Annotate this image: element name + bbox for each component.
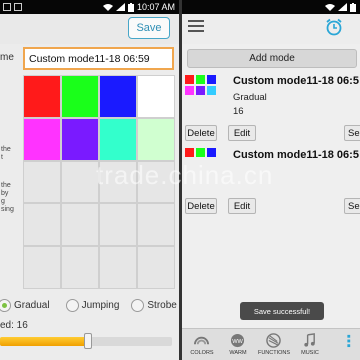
notification-icon	[14, 3, 22, 11]
wifi-icon	[325, 4, 335, 11]
swatch-group	[185, 75, 216, 95]
nav-colors[interactable]: COLORS	[184, 329, 220, 360]
edit-button[interactable]: Edit	[228, 198, 256, 214]
nav-label: WARM	[229, 350, 247, 356]
color-cell[interactable]	[23, 117, 61, 161]
nav-functions[interactable]: FUNCTIONS	[256, 329, 292, 360]
battery-icon	[127, 2, 134, 12]
signal-icon	[115, 3, 125, 11]
color-grid	[23, 75, 175, 289]
music-icon	[304, 333, 315, 347]
screenshot: 10:07 AM Save me Custom mode11-18 06:59 …	[0, 0, 360, 360]
status-bar: 10:07 AM	[0, 0, 179, 14]
menu-icon[interactable]	[188, 20, 204, 34]
radio-strobe[interactable]	[131, 298, 145, 312]
color-cell[interactable]	[61, 203, 99, 247]
color-swatch	[207, 75, 216, 84]
color-swatch	[185, 86, 194, 95]
status-time: 10:07 AM	[136, 2, 175, 12]
color-swatch	[207, 148, 216, 157]
mode-radio-group: Gradual Jumping Strobe	[0, 296, 179, 314]
color-cell[interactable]	[137, 117, 175, 161]
name-label: me	[0, 52, 14, 63]
color-cell[interactable]	[137, 160, 175, 204]
status-bar	[182, 0, 360, 14]
nav-label: MUSIC	[301, 350, 319, 356]
color-cell[interactable]	[137, 203, 175, 247]
radio-gradual[interactable]	[0, 298, 11, 312]
mode-speed: 16	[233, 106, 244, 117]
slider-fill	[0, 337, 86, 346]
alarm-clock-icon[interactable]	[325, 18, 343, 36]
mode-title: Custom mode11-18 06:5	[233, 149, 359, 161]
color-cell[interactable]	[99, 117, 137, 161]
radio-label: Jumping	[81, 299, 120, 311]
wifi-icon	[102, 4, 113, 11]
right-screen-mode-list: Add mode Custom mode11-18 06:5 Gradual 1…	[182, 0, 360, 360]
color-swatch	[185, 148, 194, 157]
speed-slider[interactable]	[0, 333, 179, 349]
color-cell[interactable]	[99, 203, 137, 247]
color-cell[interactable]	[99, 246, 137, 289]
add-mode-button[interactable]: Add mode	[187, 49, 357, 68]
swatch-group	[185, 148, 216, 157]
nav-label: COLORS	[190, 350, 214, 356]
save-button[interactable]: Save	[128, 17, 170, 39]
color-cell[interactable]	[137, 75, 175, 118]
color-swatch	[196, 75, 205, 84]
color-cell[interactable]	[23, 75, 61, 118]
left-screen-edit-mode: 10:07 AM Save me Custom mode11-18 06:59 …	[0, 0, 179, 360]
nav-warm[interactable]: WW WARM	[220, 329, 256, 360]
nav-music[interactable]: MUSIC	[292, 329, 328, 360]
mode-card: Custom mode11-18 06:5 Gradual 16 Delete …	[182, 72, 360, 144]
delete-button[interactable]: Delete	[185, 198, 217, 214]
mode-card: Custom mode11-18 06:5 Delete Edit Se	[182, 145, 360, 217]
radio-jumping[interactable]	[65, 298, 79, 312]
cut-off-text: the by g sing	[1, 182, 14, 213]
radio-label: Gradual	[14, 299, 50, 311]
cut-off-text: the t	[1, 146, 11, 161]
speed-label: ed: 16	[0, 320, 28, 331]
color-swatch	[196, 86, 205, 95]
color-cell[interactable]	[137, 246, 175, 289]
nav-modes[interactable]	[328, 329, 360, 360]
signal-icon	[338, 3, 347, 11]
color-cell[interactable]	[61, 117, 99, 161]
color-cell[interactable]	[61, 75, 99, 118]
color-cell[interactable]	[99, 75, 137, 118]
warm-icon: WW	[230, 333, 245, 348]
radio-label: Strobe	[147, 299, 177, 311]
nav-label: FUNCTIONS	[257, 350, 291, 356]
set-button[interactable]: Se	[344, 125, 360, 141]
color-swatch	[207, 86, 216, 95]
notification-icon	[3, 3, 11, 11]
color-cell[interactable]	[99, 160, 137, 204]
mode-type: Gradual	[233, 92, 267, 103]
battery-icon	[350, 2, 356, 12]
color-cell[interactable]	[61, 160, 99, 204]
functions-icon	[266, 333, 281, 348]
edit-button[interactable]: Edit	[228, 125, 256, 141]
delete-button[interactable]: Delete	[185, 125, 217, 141]
color-cell[interactable]	[23, 203, 61, 247]
slider-thumb[interactable]	[84, 333, 92, 349]
modes-icon	[347, 334, 351, 348]
color-cell[interactable]	[23, 246, 61, 289]
mode-title: Custom mode11-18 06:5	[233, 75, 359, 87]
color-swatch	[196, 148, 205, 157]
bottom-nav: COLORS WW WARM FUNCTIONS MUSIC	[182, 328, 360, 360]
color-cell[interactable]	[61, 246, 99, 289]
rainbow-icon	[194, 336, 209, 345]
color-cell[interactable]	[23, 160, 61, 204]
color-swatch	[185, 75, 194, 84]
svg-text:WW: WW	[232, 339, 243, 345]
set-button[interactable]: Se	[344, 198, 360, 214]
toast-message: Save successful!	[240, 302, 324, 320]
mode-name-input[interactable]: Custom mode11-18 06:59	[23, 47, 174, 70]
